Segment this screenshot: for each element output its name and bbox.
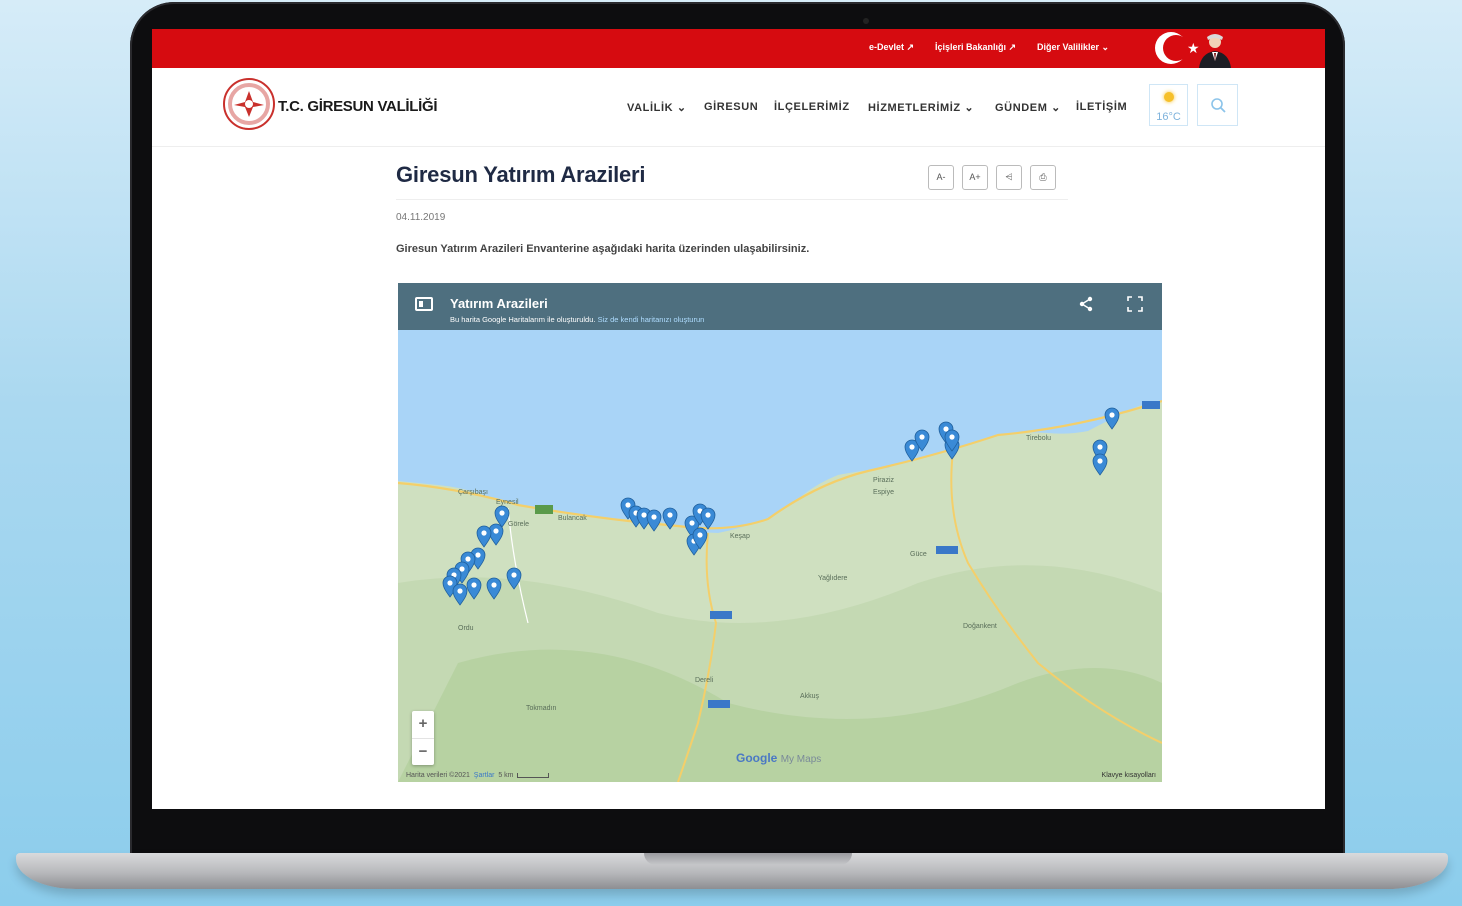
place-label: Espiye <box>873 489 895 496</box>
share-button[interactable]: ⩤ <box>996 165 1022 190</box>
place-label: Çarşıbaşı <box>458 489 488 496</box>
laptop-base <box>16 853 1448 889</box>
sun-icon <box>1164 92 1174 102</box>
map-attribution: Harita verileri ©2021 Şartlar 5 km <box>406 772 550 779</box>
mymaps-label: My Maps <box>780 754 822 765</box>
google-label: Google <box>736 751 778 765</box>
place-label: Ordu <box>458 625 474 632</box>
nav-ilcelerimiz[interactable]: İLÇELERİMİZ <box>774 101 850 113</box>
top-bar: e-Devlet ↗ İçişleri Bakanlığı ↗ Diğer Va… <box>152 29 1325 68</box>
print-button[interactable]: ⎙ <box>1030 165 1056 190</box>
map-fullscreen-icon[interactable] <box>1126 295 1144 313</box>
map-title[interactable]: Yatırım Arazileri <box>450 296 548 311</box>
scale-label: 5 km <box>498 772 514 779</box>
intro-text: Giresun Yatırım Arazileri Envanterine aş… <box>396 243 810 255</box>
place-label: Tokmadın <box>526 705 557 712</box>
edevlet-link[interactable]: e-Devlet ↗ <box>869 42 914 53</box>
nav-giresun[interactable]: GİRESUN <box>704 101 758 113</box>
place-label: Dereli <box>695 677 714 684</box>
diger-valilikler-link[interactable]: Diğer Valilikler ⌄ <box>1037 42 1109 53</box>
map-legend-toggle-icon[interactable] <box>415 297 433 311</box>
place-label: Bulancak <box>558 515 587 522</box>
zoom-control: + − <box>412 711 434 765</box>
nav-hizmetlerimiz[interactable]: HİZMETLERİMİZ ⌄ <box>868 101 974 114</box>
map-note-text: Bu harita Google Haritalarım ile oluştur… <box>450 315 596 324</box>
keyboard-shortcuts-link[interactable]: Klavye kısayolları <box>1102 772 1156 779</box>
font-increase-button[interactable]: A+ <box>962 165 988 190</box>
site-header: T.C. GİRESUN VALİLİĞİ VALİLİK ⌄ GİRESUN … <box>152 68 1325 147</box>
place-label: Yağlıdere <box>818 575 848 582</box>
giresun-valiligi-logo[interactable] <box>222 77 276 131</box>
place-label: Doğankent <box>963 623 997 630</box>
map-data-label: Harita verileri ©2021 <box>406 772 470 779</box>
embedded-map[interactable]: Çarşıbaşı Görele Eynesil Bulancak Keşap … <box>398 283 1162 782</box>
camera-dot <box>863 18 869 24</box>
place-label: Akkuş <box>800 693 820 700</box>
weather-temp: 16°C <box>1156 111 1181 123</box>
map-note: Bu harita Google Haritalarım ile oluştur… <box>450 315 704 324</box>
place-label: Eynesil <box>496 499 519 506</box>
portrait-image <box>1199 34 1231 68</box>
nav-iletisim[interactable]: İLETİŞİM <box>1076 101 1127 113</box>
scale-bar <box>517 772 550 778</box>
nav-gundem[interactable]: GÜNDEM ⌄ <box>995 101 1061 114</box>
font-decrease-button[interactable]: A- <box>928 165 954 190</box>
crescent-icon <box>1155 32 1189 64</box>
google-mymaps-logo: Google My Maps <box>736 751 821 765</box>
place-label: Tirebolu <box>1026 435 1052 442</box>
search-button[interactable] <box>1197 84 1238 126</box>
zoom-out-button[interactable]: − <box>412 738 434 765</box>
map-header: Yatırım Arazileri Bu harita Google Harit… <box>398 283 1162 330</box>
place-label: Keşap <box>730 533 750 540</box>
title-divider <box>396 199 1068 200</box>
map-create-link[interactable]: Siz de kendi haritanızı oluşturun <box>598 315 705 324</box>
zoom-in-button[interactable]: + <box>412 711 434 737</box>
nav-valilik[interactable]: VALİLİK ⌄ <box>627 101 687 114</box>
place-label: Piraziz <box>873 477 895 484</box>
browser-screen: e-Devlet ↗ İçişleri Bakanlığı ↗ Diğer Va… <box>152 29 1325 809</box>
icisleri-link[interactable]: İçişleri Bakanlığı ↗ <box>935 42 1016 53</box>
publish-date: 04.11.2019 <box>396 212 446 223</box>
place-label: Güce <box>910 551 927 558</box>
place-label: Görele <box>508 521 530 528</box>
site-name[interactable]: T.C. GİRESUN VALİLİĞİ <box>278 98 438 115</box>
weather-widget[interactable]: 16°C <box>1149 84 1188 126</box>
map-share-icon[interactable] <box>1077 295 1095 313</box>
page-title: Giresun Yatırım Arazileri <box>396 162 646 187</box>
terms-link[interactable]: Şartlar <box>474 772 495 779</box>
map-canvas[interactable] <box>398 283 1162 782</box>
search-icon <box>1211 98 1226 113</box>
laptop-notch <box>644 853 852 865</box>
